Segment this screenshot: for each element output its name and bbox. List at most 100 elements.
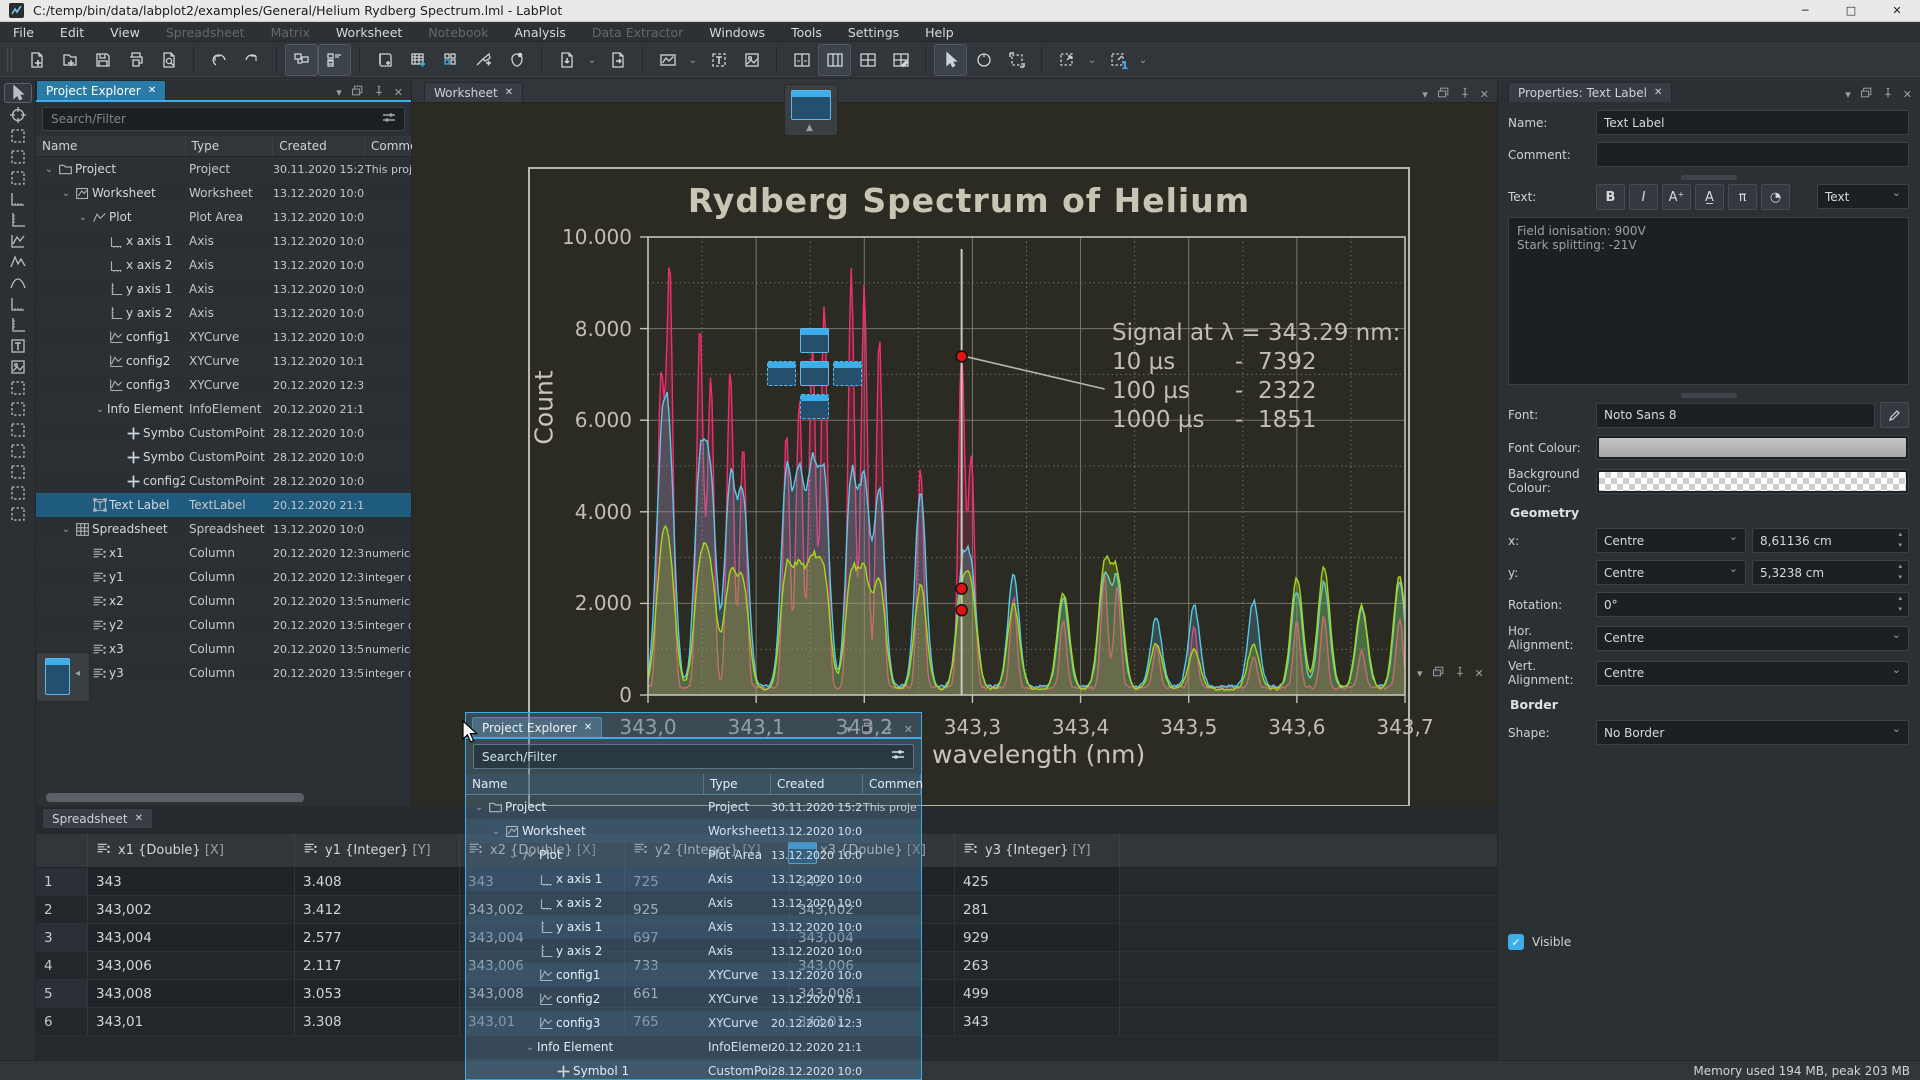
import-icon[interactable] xyxy=(551,45,582,75)
zoom-region-icon[interactable] xyxy=(1001,45,1032,75)
column-header-type[interactable]: Type xyxy=(704,774,771,794)
splitter-grip[interactable] xyxy=(1508,392,1909,398)
floating-tree-row-x-axis-2[interactable]: x axis 2Axis13.12.2020 10:01 xyxy=(466,891,921,915)
cell[interactable]: 2.117 xyxy=(295,952,460,980)
menu-file[interactable]: File xyxy=(0,24,47,41)
dock-menu-icon[interactable]: ▾ xyxy=(1845,88,1851,101)
select-pointer-icon[interactable] xyxy=(935,45,966,75)
cell[interactable]: 343,01 xyxy=(88,1008,295,1036)
tree-row-config2[interactable]: config2CustomPoint28.12.2020 10:06 xyxy=(36,469,411,493)
crosshair-icon[interactable] xyxy=(4,106,32,124)
cell[interactable]: 343,008 xyxy=(88,980,295,1008)
column-header-name[interactable]: Name xyxy=(36,136,186,156)
axisb-strip-icon[interactable] xyxy=(4,295,32,313)
floating-tree-row-y-axis-1[interactable]: y axis 1Axis13.12.2020 10:01 xyxy=(466,915,921,939)
tree-row-y-axis-2[interactable]: y axis 2Axis13.12.2020 10:01 xyxy=(36,301,411,325)
cell[interactable]: 3.308 xyxy=(295,1008,460,1036)
tree-row-plot[interactable]: ⌄PlotPlot Area13.12.2020 10:01 xyxy=(36,205,411,229)
column-header-commen[interactable]: Commen xyxy=(863,774,921,794)
layout-horizontal-icon[interactable] xyxy=(819,45,850,75)
new-matrix-icon[interactable] xyxy=(435,45,466,75)
print-icon[interactable] xyxy=(120,45,151,75)
zoom-one-icon[interactable]: 1 xyxy=(1102,45,1133,75)
tree-row-y1[interactable]: y1Column20.12.2020 12:39integer da xyxy=(36,565,411,589)
floating-tree-row-info-element[interactable]: ⌄Info ElementInfoElement20.12.2020 21:15 xyxy=(466,1035,921,1059)
expander-icon[interactable]: ⌄ xyxy=(506,850,520,861)
axis-y-strip-icon[interactable] xyxy=(4,211,32,229)
floating-tree-row-symbol-1[interactable]: Symbol 1CustomPoint28.12.2020 10:06 xyxy=(466,1059,921,1080)
rotation[interactable]: 0° xyxy=(1596,592,1909,617)
explorer-hscrollbar[interactable] xyxy=(46,793,304,802)
dash-box4-icon[interactable] xyxy=(4,379,32,397)
expander-icon[interactable]: ⌄ xyxy=(523,1042,537,1053)
cell[interactable]: 343 xyxy=(955,1008,1120,1036)
dash-box8-icon[interactable] xyxy=(4,463,32,481)
cell[interactable]: 3.053 xyxy=(295,980,460,1008)
minimize-button[interactable]: ─ xyxy=(1782,0,1828,22)
dash-box-icon[interactable] xyxy=(4,127,32,145)
close-icon[interactable]: ✕ xyxy=(148,85,156,96)
floating-search-input[interactable]: Search/Filter xyxy=(473,744,914,769)
comment-field[interactable] xyxy=(1596,142,1909,167)
floating-column-headers[interactable]: NameTypeCreatedCommen xyxy=(466,774,921,795)
format-button-4[interactable]: π xyxy=(1728,184,1757,210)
cell[interactable]: 499 xyxy=(955,980,1120,1008)
dock-float-icon[interactable] xyxy=(1860,86,1873,102)
layout-edit-icon[interactable] xyxy=(885,45,916,75)
cell[interactable]: 343,006 xyxy=(88,952,295,980)
expander-icon[interactable]: ⌄ xyxy=(59,188,73,199)
expander-icon[interactable]: ⌄ xyxy=(42,164,56,175)
expander-icon[interactable]: ⌄ xyxy=(76,212,90,223)
format-button-2[interactable]: A⁺ xyxy=(1662,184,1691,210)
cell[interactable]: 343,004 xyxy=(88,924,295,952)
dock-float-icon[interactable] xyxy=(861,721,874,737)
row-number[interactable]: 3 xyxy=(36,924,88,952)
format-button-1[interactable]: I xyxy=(1629,184,1658,210)
cell[interactable]: 263 xyxy=(955,952,1120,980)
axis-x-strip-icon[interactable] xyxy=(4,190,32,208)
row-number[interactable]: 2 xyxy=(36,896,88,924)
dock-float-icon[interactable] xyxy=(351,84,364,100)
filter-icon[interactable] xyxy=(891,749,905,764)
dock-close-icon[interactable]: ✕ xyxy=(1475,667,1484,680)
close-icon[interactable]: ✕ xyxy=(584,722,592,733)
pointer-sel-icon[interactable] xyxy=(4,83,32,103)
tab-worksheet[interactable]: Worksheet ✕ xyxy=(424,82,523,102)
format-button-0[interactable]: B xyxy=(1596,184,1625,210)
dock-pin-icon[interactable] xyxy=(1454,666,1466,681)
close-icon[interactable]: ✕ xyxy=(1654,87,1662,98)
format-button-5[interactable]: ◔ xyxy=(1761,184,1790,210)
floating-tree-row-plot[interactable]: ⌄PlotPlot Area13.12.2020 10:01 xyxy=(466,843,921,867)
name-field[interactable]: Text Label xyxy=(1596,110,1909,135)
floating-tree-row-config3[interactable]: config3XYCurve20.12.2020 12:39 xyxy=(466,1011,921,1035)
dock-close-icon[interactable]: ✕ xyxy=(394,86,403,99)
tree-row-y-axis-1[interactable]: y axis 1Axis13.12.2020 10:01 xyxy=(36,277,411,301)
dash-box2-icon[interactable] xyxy=(4,148,32,166)
corner-header[interactable] xyxy=(36,834,88,867)
dock-close-icon[interactable]: ✕ xyxy=(904,723,913,736)
menu-edit[interactable]: Edit xyxy=(47,24,97,41)
cell[interactable]: 281 xyxy=(955,896,1120,924)
tree-row-x1[interactable]: x1Column20.12.2020 12:39numerical xyxy=(36,541,411,565)
floating-tree-row-x-axis-1[interactable]: x axis 1Axis13.12.2020 10:01 xyxy=(466,867,921,891)
curve3-strip-icon[interactable] xyxy=(4,274,32,292)
expander-icon[interactable]: ⌄ xyxy=(59,524,73,535)
background-colour[interactable] xyxy=(1596,469,1909,494)
dock-float-icon[interactable] xyxy=(1432,665,1445,681)
tree-row-project[interactable]: ⌄ProjectProject30.11.2020 15:23This proj… xyxy=(36,157,411,181)
undo-icon[interactable] xyxy=(203,45,234,75)
dock-menu-icon[interactable]: ▾ xyxy=(336,86,342,99)
zoom-select-icon[interactable] xyxy=(1051,45,1082,75)
tree-row-config3[interactable]: config3XYCurve20.12.2020 12:39 xyxy=(36,373,411,397)
row-number[interactable]: 1 xyxy=(36,868,88,896)
cell[interactable]: 929 xyxy=(955,924,1120,952)
tree-row-info-element[interactable]: ⌄Info ElementInfoElement20.12.2020 21:15 xyxy=(36,397,411,421)
chevron-down-icon[interactable]: ⌄ xyxy=(685,45,701,75)
splitter-grip[interactable] xyxy=(1508,174,1909,180)
sheet-column-header-6[interactable]: y3 {Integer} [Y] xyxy=(955,834,1120,867)
dock-close-icon[interactable]: ✕ xyxy=(1903,88,1912,101)
dock-float-icon[interactable] xyxy=(1437,86,1450,102)
y-position-spinbox[interactable]: 5,3238 cm xyxy=(1752,560,1909,585)
font-field[interactable]: Noto Sans 8 xyxy=(1596,403,1875,428)
dock-menu-icon[interactable]: ▾ xyxy=(1417,667,1423,680)
